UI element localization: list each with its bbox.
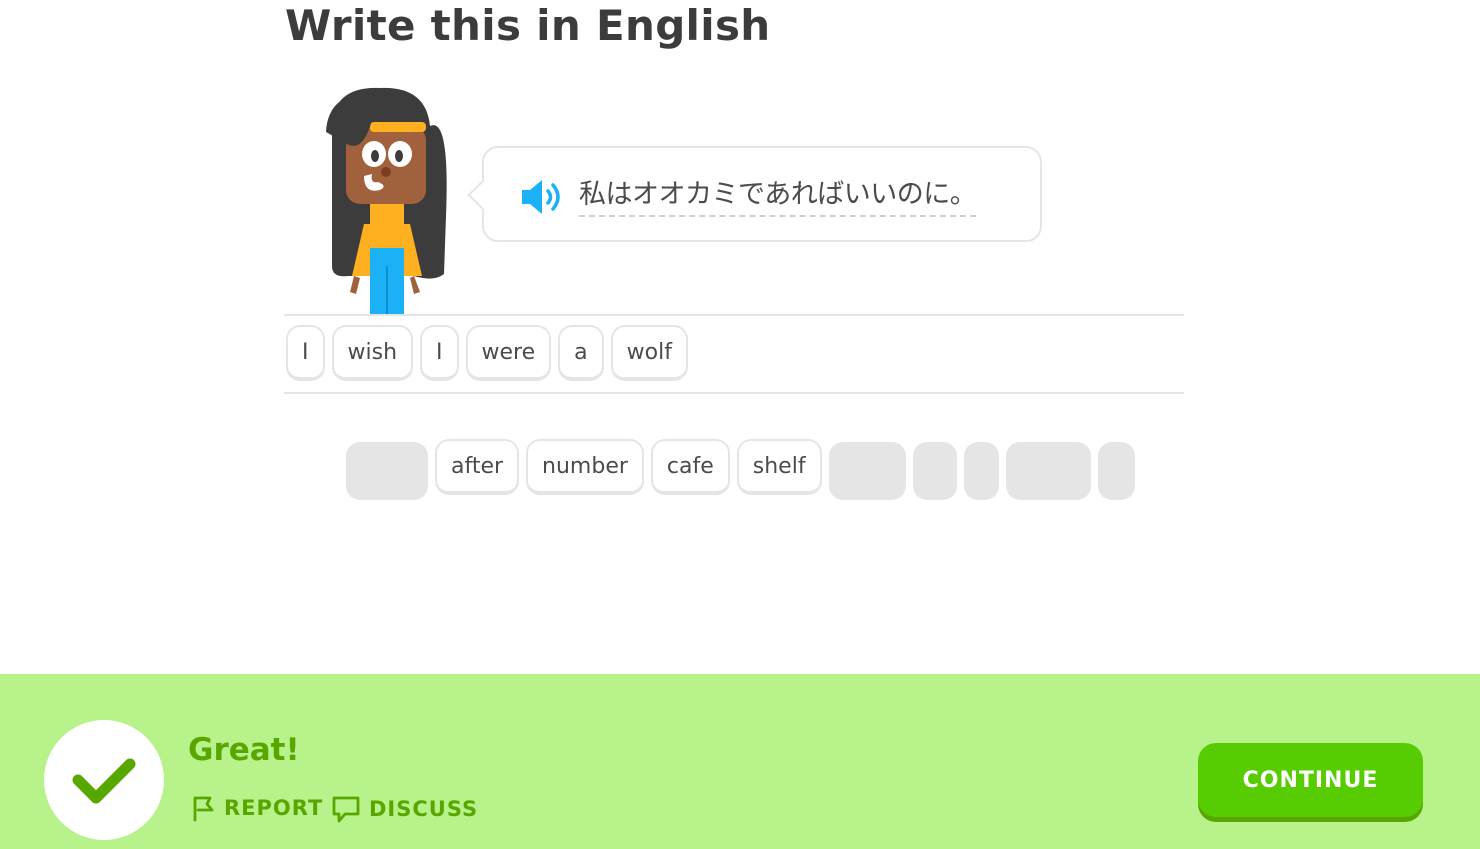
word-bank-tile[interactable]: shelf [736,439,822,495]
feedback-message: Great! [188,732,300,768]
continue-button[interactable]: CONTINUE [1198,743,1423,817]
comment-icon [332,796,360,823]
answer-area: I wish I were a wolf [286,325,688,381]
answer-tile[interactable]: wolf [610,325,688,381]
report-button[interactable]: REPORT [190,794,323,822]
answer-top-divider [284,314,1184,316]
page-title: Write this in English [285,1,771,50]
answer-tile[interactable]: were [465,325,552,381]
success-badge [44,720,164,840]
speech-bubble-tail [467,179,499,211]
answer-bottom-divider [284,392,1184,394]
word-bank-tile[interactable]: after [435,439,520,495]
answer-tile[interactable]: wish [331,325,414,381]
word-bank-placeholder [1097,442,1135,500]
speaker-icon[interactable] [520,178,566,216]
character-illustration [326,87,447,316]
word-bank-placeholder [912,442,957,500]
word-bank: after number cafe shelf [346,439,1135,500]
checkmark-icon [72,758,136,804]
discuss-label: DISCUSS [369,797,479,821]
word-bank-tile[interactable]: cafe [650,439,730,495]
prompt-sentence[interactable]: 私はオオカミであればいいのに。 [579,172,977,217]
word-bank-placeholder [828,442,906,500]
word-bank-tile[interactable]: number [526,439,644,495]
discuss-button[interactable]: DISCUSS [331,794,478,824]
answer-tile[interactable]: I [420,325,459,381]
flag-icon [193,796,214,822]
answer-tile[interactable]: I [286,325,325,381]
report-label: REPORT [224,796,324,820]
answer-tile[interactable]: a [558,325,604,381]
word-bank-placeholder [1005,442,1091,500]
word-bank-placeholder [346,442,428,500]
feedback-footer: Great! REPORT DISCUSS CONTINUE [0,674,1480,849]
speech-bubble: 私はオオカミであればいいのに。 [467,146,1042,242]
word-bank-placeholder [963,442,999,500]
